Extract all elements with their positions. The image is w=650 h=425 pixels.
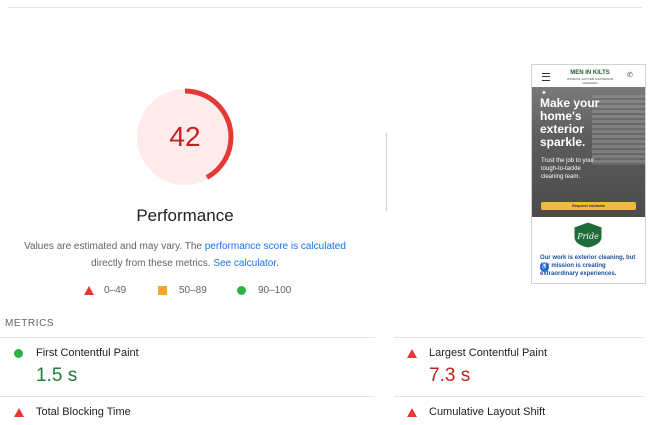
mission-text: Our work is exterior cleaning, but our m… (540, 255, 636, 277)
site-logo-tagline: WINDOW, GUTTER & EXTERIOR CLEANING (566, 77, 613, 85)
phone-icon: ✆ (627, 72, 633, 79)
performance-score: 42 (169, 121, 201, 152)
request-estimate-button: Request estimate (541, 202, 636, 210)
triangle-fail-icon (407, 349, 417, 358)
site-logo: MEN IN KILTS (570, 70, 610, 76)
pride-badge-icon: Pride (573, 221, 603, 249)
performance-score-link[interactable]: performance score is calculated (205, 241, 346, 252)
metric-value: 1.5 s (36, 365, 78, 386)
description-prefix: Values are estimated and may vary. The (24, 241, 205, 252)
circle-pass-icon (237, 286, 246, 295)
legend-fail-label: 0–49 (104, 285, 127, 296)
triangle-fail-icon (407, 408, 417, 417)
metric-name: First Contentful Paint (36, 347, 139, 359)
metric-value: 7.3 s (429, 365, 471, 386)
legend-pass-label: 90–100 (258, 285, 292, 296)
hamburger-menu-icon (542, 73, 550, 81)
description-middle: directly from these metrics. (91, 258, 214, 269)
metrics-heading: METRICS (5, 318, 55, 329)
accessibility-icon: ♿ (540, 263, 549, 272)
metric-name: Cumulative Layout Shift (429, 406, 546, 418)
hero-subtext: Trust the job to your tough-to-tackle cl… (541, 158, 595, 180)
hero-headline: Make your home's exterior sparkle. (540, 96, 600, 149)
legend-average: 50–89 (158, 285, 207, 296)
metrics-divider-right-2 (394, 396, 644, 397)
vertical-divider (386, 133, 387, 211)
page-screenshot-thumbnail[interactable]: MEN IN KILTS WINDOW, GUTTER & EXTERIOR C… (531, 64, 646, 284)
triangle-fail-icon (84, 286, 94, 295)
circle-pass-icon (14, 349, 23, 358)
metric-name: Total Blocking Time (36, 406, 131, 418)
square-average-icon (158, 286, 167, 295)
badge-label: Pride (576, 232, 599, 241)
legend-pass: 90–100 (237, 285, 291, 296)
triangle-fail-icon (14, 408, 24, 417)
metrics-divider-right (394, 337, 644, 338)
description-suffix: . (276, 258, 279, 269)
performance-description: Values are estimated and may vary. The p… (20, 238, 350, 272)
metrics-divider-left (0, 337, 375, 338)
metrics-divider-left-2 (0, 396, 375, 397)
top-divider (8, 7, 642, 8)
legend-average-label: 50–89 (179, 285, 207, 296)
legend-fail: 0–49 (84, 285, 126, 296)
metric-name: Largest Contentful Paint (429, 347, 548, 359)
see-calculator-link[interactable]: See calculator (213, 258, 276, 269)
performance-title: Performance (136, 206, 234, 225)
